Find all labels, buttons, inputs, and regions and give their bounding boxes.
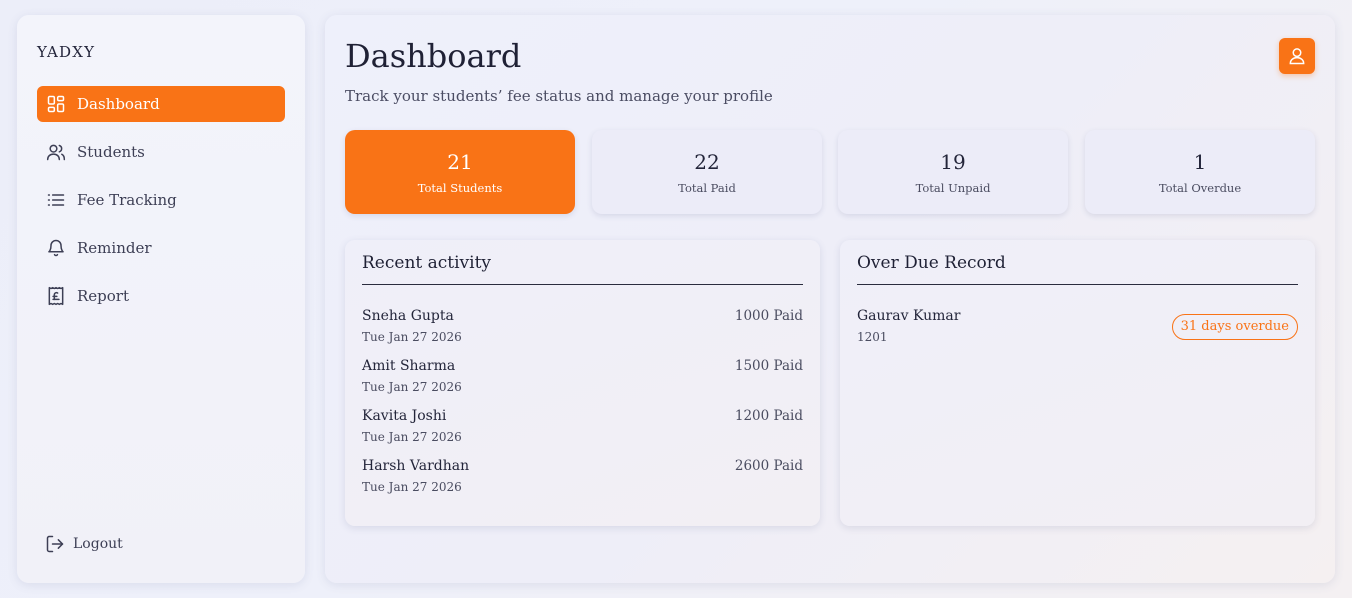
panel-title: Recent activity	[362, 253, 492, 273]
activity-date: Tue Jan 27 2026	[362, 480, 462, 494]
sidebar-item-fee-tracking[interactable]: Fee Tracking	[37, 182, 285, 218]
activity-row: Harsh Vardhan Tue Jan 27 2026 2600 Paid	[362, 458, 803, 498]
activity-amount: 1500 Paid	[734, 358, 803, 374]
activity-row: Kavita Joshi Tue Jan 27 2026 1200 Paid	[362, 408, 803, 448]
main-content: Dashboard Track your students’ fee statu…	[325, 15, 1335, 583]
brand-logo: YADXY	[37, 43, 96, 61]
page-subtitle: Track your students’ fee status and mana…	[345, 87, 773, 105]
logout-icon	[45, 534, 65, 554]
overdue-panel: Over Due Record Gaurav Kumar 1201 31 day…	[840, 240, 1315, 526]
logout-label: Logout	[73, 536, 123, 552]
page-title: Dashboard	[345, 37, 522, 75]
user-icon	[1287, 46, 1307, 66]
activity-row: Amit Sharma Tue Jan 27 2026 1500 Paid	[362, 358, 803, 398]
stat-label: Total Overdue	[1158, 181, 1242, 195]
stat-card-total-unpaid[interactable]: 19 Total Unpaid	[838, 130, 1068, 214]
sidebar-item-report[interactable]: Report	[37, 278, 285, 314]
activity-date: Tue Jan 27 2026	[362, 380, 462, 394]
divider	[362, 284, 803, 285]
sidebar-item-dashboard[interactable]: Dashboard	[37, 86, 285, 122]
profile-button[interactable]	[1279, 38, 1315, 74]
overdue-row: Gaurav Kumar 1201 31 days overdue	[857, 308, 1298, 348]
stat-value: 22	[694, 150, 720, 174]
stat-label: Total Students	[417, 181, 503, 195]
stat-value: 1	[1193, 150, 1207, 174]
sidebar-item-label: Fee Tracking	[77, 191, 177, 209]
sidebar-item-students[interactable]: Students	[37, 134, 285, 170]
grid-icon	[46, 94, 66, 114]
stat-label: Total Paid	[678, 181, 736, 195]
stat-label: Total Unpaid	[915, 181, 991, 195]
stat-card-total-overdue[interactable]: 1 Total Overdue	[1085, 130, 1315, 214]
activity-amount: 1000 Paid	[734, 308, 803, 324]
student-name: Kavita Joshi	[362, 408, 447, 424]
activity-amount: 1200 Paid	[734, 408, 803, 424]
student-name: Sneha Gupta	[362, 308, 454, 324]
sidebar: YADXY Dashboard Students Fee Tracking Re…	[17, 15, 305, 583]
sidebar-item-label: Dashboard	[77, 95, 160, 113]
student-name: Amit Sharma	[362, 358, 456, 374]
student-name: Harsh Vardhan	[362, 458, 470, 474]
stat-card-total-students[interactable]: 21 Total Students	[345, 130, 575, 214]
recent-activity-panel: Recent activity Sneha Gupta Tue Jan 27 2…	[345, 240, 820, 526]
sidebar-item-label: Students	[77, 143, 145, 161]
users-icon	[46, 142, 66, 162]
stat-value: 19	[940, 150, 966, 174]
overdue-amount: 1201	[857, 330, 888, 344]
student-name: Gaurav Kumar	[857, 308, 961, 324]
receipt-pound-icon	[46, 286, 66, 306]
overdue-badge: 31 days overdue	[1171, 314, 1298, 340]
sidebar-item-label: Report	[77, 287, 130, 305]
sidebar-item-reminder[interactable]: Reminder	[37, 230, 285, 266]
sidebar-nav: Dashboard Students Fee Tracking Reminder…	[37, 86, 285, 326]
activity-amount: 2600 Paid	[734, 458, 803, 474]
stat-card-total-paid[interactable]: 22 Total Paid	[592, 130, 822, 214]
logout-button[interactable]: Logout	[45, 534, 123, 554]
activity-row: Sneha Gupta Tue Jan 27 2026 1000 Paid	[362, 308, 803, 348]
divider	[857, 284, 1298, 285]
list-icon	[46, 190, 66, 210]
stat-value: 21	[447, 150, 473, 174]
activity-date: Tue Jan 27 2026	[362, 330, 462, 344]
activity-date: Tue Jan 27 2026	[362, 430, 462, 444]
panel-title: Over Due Record	[857, 253, 1006, 273]
sidebar-item-label: Reminder	[77, 239, 152, 257]
bell-icon	[46, 238, 66, 258]
